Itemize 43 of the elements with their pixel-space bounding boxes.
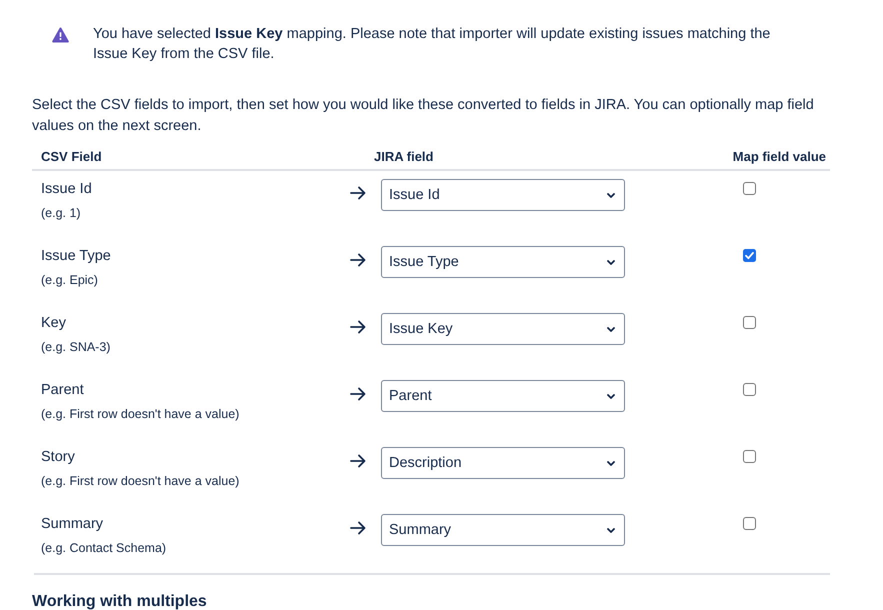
arrow-right-icon (350, 521, 366, 535)
chevron-down-icon (607, 394, 615, 398)
column-header: JIRA field (373, 149, 434, 165)
arrow-right-icon (350, 454, 366, 468)
column-header: CSV Field (40, 149, 102, 165)
example-value: (e.g. Contact Schema) (41, 540, 166, 556)
chevron-down-icon (607, 528, 615, 532)
jira-field-select[interactable]: Issue Key (381, 313, 625, 345)
checkbox[interactable] (743, 249, 756, 262)
example-value: (e.g. 1) (41, 205, 81, 221)
column-header: Map field value (732, 149, 827, 165)
notice-message: You have selected Issue Key mapping. Please note that importer will update existing issues matching the Issue Key from the CSV file. (93, 25, 772, 64)
arrow-right-icon (350, 253, 366, 267)
checkbox[interactable] (743, 182, 756, 195)
example-value: (e.g. Epic) (41, 272, 98, 288)
jira-field-select[interactable]: Issue Type (381, 246, 625, 278)
arrow-right-icon (350, 320, 366, 334)
chevron-down-icon (607, 192, 615, 198)
chevron-down-icon (607, 460, 615, 466)
csv-field-name: Issue Type (41, 247, 111, 265)
csv-field-name: Story (41, 448, 75, 466)
intro-text: Select the CSV fields to import, then set how you would like these converted to fields in JIRA. You can optionally map field values on the next screen. (32, 96, 815, 136)
section-heading: Working with multiples (32, 593, 208, 610)
jira-field-select[interactable]: Parent (381, 380, 625, 412)
warning-icon (52, 27, 69, 43)
example-value: (e.g. First row doesn't have a value) (41, 473, 240, 489)
csv-field-name: Parent (41, 381, 84, 399)
example-value: (e.g. SNA-3) (41, 339, 110, 355)
csv-field-name: Issue Id (41, 180, 92, 198)
example-value: (e.g. First row doesn't have a value) (41, 406, 240, 422)
csv-field-name: Summary (41, 515, 104, 533)
jira-field-select[interactable]: Summary (381, 514, 625, 546)
checkbox[interactable] (743, 450, 756, 463)
checkbox[interactable] (743, 316, 756, 329)
checkbox[interactable] (743, 517, 756, 530)
csv-field-name: Key (41, 314, 66, 332)
chevron-down-icon (607, 326, 615, 332)
arrow-right-icon (350, 387, 366, 401)
chevron-down-icon (607, 260, 615, 264)
jira-field-select[interactable]: Issue Id (381, 179, 625, 211)
jira-field-select[interactable]: Description (381, 447, 625, 479)
checkbox[interactable] (743, 383, 756, 396)
arrow-right-icon (350, 186, 366, 200)
